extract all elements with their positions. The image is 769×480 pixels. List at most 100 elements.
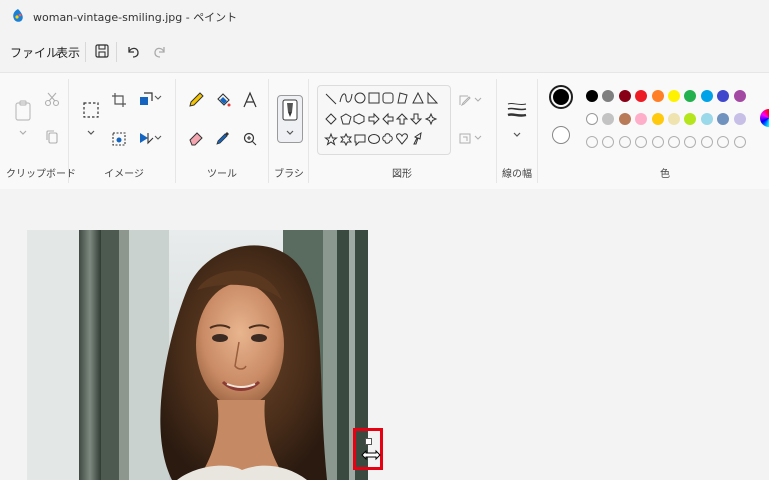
outline-icon[interactable] xyxy=(458,93,472,107)
image-select-icon[interactable] xyxy=(112,131,126,147)
flip-icon[interactable] xyxy=(138,131,154,145)
group-label-size: 線の幅 xyxy=(502,169,532,180)
menu-file[interactable]: ファイル xyxy=(10,44,58,61)
color-swatch[interactable] xyxy=(602,90,615,102)
magnifier-icon[interactable] xyxy=(242,131,258,147)
brush-button[interactable] xyxy=(277,95,303,143)
six-point-star-shape-icon xyxy=(339,132,353,147)
save-icon[interactable] xyxy=(92,41,112,61)
chevron-down-icon[interactable] xyxy=(512,131,522,139)
right-triangle-shape-icon xyxy=(427,91,439,104)
color-swatch[interactable] xyxy=(651,113,664,125)
color-swatch[interactable] xyxy=(602,113,615,125)
color-swatch[interactable] xyxy=(618,90,631,102)
color-swatch[interactable] xyxy=(635,90,648,102)
color-swatch[interactable] xyxy=(684,113,697,125)
color-swatch[interactable] xyxy=(700,113,713,125)
line-shape-icon xyxy=(325,93,337,105)
select-icon[interactable] xyxy=(82,101,100,119)
group-label-colors: 色 xyxy=(660,169,670,180)
curve-shape-icon xyxy=(339,93,353,103)
custom-color-slot[interactable] xyxy=(700,136,713,148)
pencil-icon[interactable] xyxy=(187,91,205,109)
custom-color-slot[interactable] xyxy=(668,136,680,148)
color-swatch[interactable] xyxy=(586,113,598,125)
color-swatch[interactable] xyxy=(635,113,648,125)
pentagon-shape-icon xyxy=(340,113,352,125)
custom-color-slot[interactable] xyxy=(586,136,598,148)
custom-color-slot[interactable] xyxy=(717,136,730,148)
color-swatch[interactable] xyxy=(733,113,746,125)
chevron-down-icon[interactable] xyxy=(18,129,28,137)
paint-app-icon xyxy=(13,9,23,22)
color-swatch[interactable] xyxy=(668,113,680,125)
chevron-down-icon xyxy=(286,130,294,135)
eraser-icon[interactable] xyxy=(187,129,205,147)
chevron-down-icon[interactable] xyxy=(474,97,482,103)
cut-icon[interactable] xyxy=(44,91,60,107)
oval-shape-icon xyxy=(354,92,366,104)
group-separator xyxy=(175,79,176,183)
fill-icon[interactable] xyxy=(214,91,232,109)
shapes-gallery-icons xyxy=(324,91,439,147)
oval-callout-shape-icon xyxy=(368,134,380,144)
group-separator xyxy=(537,79,538,183)
menu-view[interactable]: 表示 xyxy=(56,44,80,61)
ribbon-toolbar: クリップボード イメージ ツール ブラシ 図形 線の幅 色 xyxy=(0,72,769,190)
four-point-star-shape-icon xyxy=(424,112,438,126)
color-picker-icon[interactable] xyxy=(214,129,232,147)
crop-icon[interactable] xyxy=(112,93,126,107)
color-swatch[interactable] xyxy=(586,90,598,102)
custom-color-slot[interactable] xyxy=(635,136,648,148)
primary-color-fill xyxy=(553,89,569,105)
shape-fill-icon[interactable] xyxy=(458,131,472,145)
group-label-tools: ツール xyxy=(207,169,237,180)
rectangular-callout-shape-icon xyxy=(354,134,366,147)
chevron-down-icon[interactable] xyxy=(474,135,482,141)
title-bar: woman-vintage-smiling.jpg - ペイント xyxy=(0,0,769,32)
secondary-color-swatch[interactable] xyxy=(552,126,570,144)
color-swatch[interactable] xyxy=(618,113,631,125)
color-swatch[interactable] xyxy=(717,113,730,125)
color-swatch[interactable] xyxy=(700,90,713,102)
five-point-star-shape-icon xyxy=(324,132,338,146)
left-arrow-shape-icon xyxy=(382,112,394,126)
color-swatch[interactable] xyxy=(651,90,664,102)
color-swatch[interactable] xyxy=(668,90,680,102)
menu-separator xyxy=(116,42,117,62)
custom-color-slot[interactable] xyxy=(602,136,615,148)
custom-color-slot[interactable] xyxy=(651,136,664,148)
color-swatch[interactable] xyxy=(717,90,730,102)
undo-icon[interactable] xyxy=(123,41,143,61)
rounded-rectangle-shape-icon xyxy=(382,92,394,104)
chevron-down-icon[interactable] xyxy=(86,129,96,137)
color-swatch[interactable] xyxy=(684,90,697,102)
line-width-icon[interactable] xyxy=(506,101,528,119)
menu-bar: ファイル 表示 xyxy=(0,36,769,68)
drawing-canvas[interactable] xyxy=(27,230,368,480)
shapes-gallery xyxy=(317,85,451,155)
edit-colors-icon[interactable] xyxy=(760,109,769,127)
canvas-resize-handle[interactable] xyxy=(365,438,372,445)
resize-cursor-icon xyxy=(361,449,381,461)
rectangle-shape-icon xyxy=(368,92,380,104)
window-title: woman-vintage-smiling.jpg - ペイント xyxy=(33,11,238,24)
chevron-down-icon[interactable] xyxy=(154,135,162,141)
down-arrow-shape-icon xyxy=(409,113,423,125)
redo-icon[interactable] xyxy=(150,41,170,61)
text-icon[interactable] xyxy=(242,91,258,109)
custom-color-slot[interactable] xyxy=(684,136,697,148)
copy-icon[interactable] xyxy=(44,129,60,145)
chevron-down-icon[interactable] xyxy=(154,95,162,101)
resize-icon[interactable] xyxy=(138,91,154,107)
brush-icon xyxy=(282,99,298,121)
primary-color-swatch[interactable] xyxy=(549,85,573,109)
lightning-shape-icon xyxy=(413,131,422,145)
paste-icon[interactable] xyxy=(13,99,33,123)
group-separator xyxy=(496,79,497,183)
custom-color-slot[interactable] xyxy=(618,136,631,148)
right-arrow-shape-icon xyxy=(368,112,380,126)
custom-color-slot[interactable] xyxy=(733,136,746,148)
color-swatch[interactable] xyxy=(733,90,746,102)
hexagon-shape-icon xyxy=(353,113,365,125)
